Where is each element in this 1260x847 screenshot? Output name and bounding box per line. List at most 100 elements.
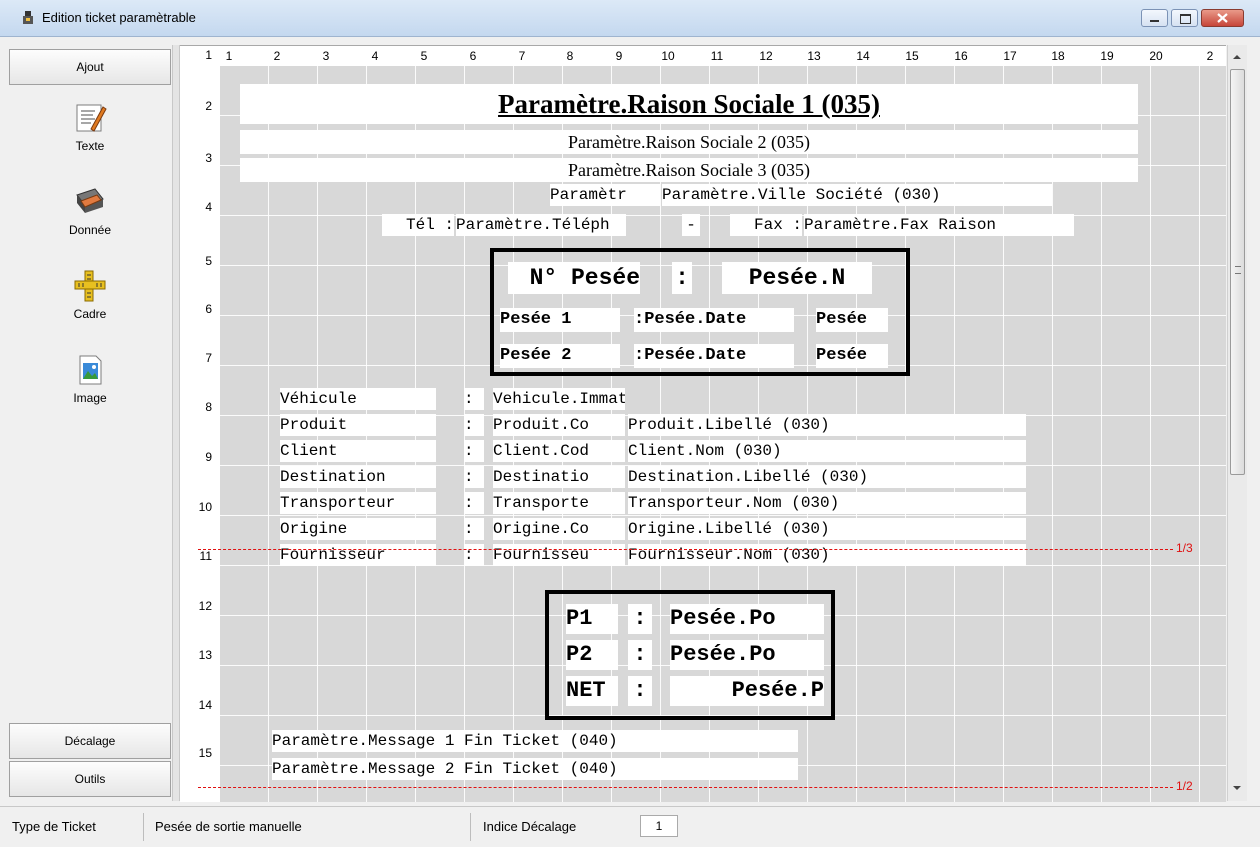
weigh-1-label[interactable]: Pesée 1 — [500, 308, 620, 332]
weigh-number-value[interactable]: Pesée.N — [722, 262, 872, 294]
scroll-down-icon[interactable] — [1228, 779, 1246, 797]
grip-icon — [1235, 266, 1241, 274]
weigh-number-colon[interactable]: : — [672, 262, 692, 294]
data-tool[interactable]: Donnée — [9, 185, 171, 237]
ruler-column-label: 20 — [1149, 49, 1163, 63]
detail-code-field[interactable]: Transporte — [493, 492, 625, 514]
weigh-2-extra[interactable]: Pesée — [816, 344, 888, 368]
weigh-2-label[interactable]: Pesée 2 — [500, 344, 620, 368]
data-icon — [76, 188, 104, 213]
tools-button[interactable]: Outils — [9, 761, 171, 797]
close-icon — [1217, 13, 1228, 23]
weight-value[interactable]: Pesée.Po — [670, 640, 824, 670]
detail-code-field[interactable]: Fournisseu — [493, 544, 625, 566]
ruler-row-label: 5 — [205, 254, 212, 268]
dash-separator[interactable]: - — [682, 214, 700, 236]
offset-button[interactable]: Décalage — [9, 723, 171, 759]
offset-index-field[interactable]: 1 — [640, 815, 678, 837]
frame-tool[interactable]: Cadre — [9, 269, 171, 321]
vertical-scrollbar[interactable] — [1227, 45, 1247, 801]
ruler-row-label: 11 — [199, 549, 212, 563]
detail-colon[interactable]: : — [464, 388, 484, 410]
panel-splitter[interactable] — [172, 45, 180, 801]
detail-colon[interactable]: : — [464, 518, 484, 540]
ticket-type-label: Type de Ticket — [12, 819, 96, 834]
weight-label[interactable]: P1 — [566, 604, 618, 634]
ticket-type-value: Pesée de sortie manuelle — [155, 819, 302, 834]
header-line-2[interactable]: Paramètre.Raison Sociale 2 (035) — [240, 130, 1138, 154]
ruler-row-label: 12 — [198, 599, 212, 613]
param-short-field[interactable]: Paramètr — [550, 184, 660, 206]
maximize-icon — [1180, 14, 1191, 24]
detail-code-field[interactable]: Client.Cod — [493, 440, 625, 462]
tel-field[interactable]: Paramètre.Téléph — [456, 214, 626, 236]
ruler-row-label: 1 — [205, 48, 212, 62]
detail-code-field[interactable]: Destinatio — [493, 466, 625, 488]
detail-code-field[interactable]: Produit.Co — [493, 414, 625, 436]
weight-label[interactable]: P2 — [566, 640, 618, 670]
detail-code-field[interactable]: Origine.Co — [493, 518, 625, 540]
page-third-label: 1/3 — [1176, 541, 1193, 555]
detail-colon[interactable]: : — [464, 466, 484, 488]
maximize-button[interactable] — [1171, 9, 1198, 27]
fax-label[interactable]: Fax : — [730, 214, 802, 236]
minimize-button[interactable] — [1141, 9, 1168, 27]
scroll-up-icon[interactable] — [1228, 48, 1246, 66]
detail-name-field[interactable]: Fournisseur.Nom (030) — [628, 544, 1026, 566]
scrollbar-thumb[interactable] — [1230, 69, 1245, 475]
detail-label[interactable]: Véhicule — [280, 388, 436, 410]
data-tool-label: Donnée — [68, 223, 112, 237]
weight-value[interactable]: Pesée.P — [670, 676, 824, 706]
image-tool[interactable]: Image — [9, 353, 171, 405]
detail-name-field[interactable]: Origine.Libellé (030) — [628, 518, 1026, 540]
weigh-number-label[interactable]: N° Pesée — [508, 262, 640, 294]
detail-label[interactable]: Client — [280, 440, 436, 462]
weight-colon[interactable]: : — [628, 604, 652, 634]
weigh-1-extra[interactable]: Pesée — [816, 308, 888, 332]
ticket-grid[interactable]: Paramètre.Raison Sociale 1 (035) Paramèt… — [198, 66, 1226, 802]
ruler-column-label: 17 — [1003, 49, 1017, 63]
detail-label[interactable]: Transporteur — [280, 492, 436, 514]
detail-colon[interactable]: : — [464, 414, 484, 436]
footer-message-1[interactable]: Paramètre.Message 1 Fin Ticket (040) — [272, 730, 798, 752]
detail-colon[interactable]: : — [464, 544, 484, 566]
weight-label[interactable]: NET — [566, 676, 618, 706]
detail-label[interactable]: Destination — [280, 466, 436, 488]
header-line-1[interactable]: Paramètre.Raison Sociale 1 (035) — [240, 84, 1138, 124]
ruler-column-label: 5 — [420, 49, 428, 63]
weight-colon[interactable]: : — [628, 676, 652, 706]
ruler-row-label: 6 — [205, 302, 212, 316]
add-button[interactable]: Ajout — [9, 49, 171, 85]
page-half-label: 1/2 — [1176, 779, 1193, 793]
detail-code-field[interactable]: Vehicule.Immatr — [493, 388, 625, 410]
weight-colon[interactable]: : — [628, 640, 652, 670]
fax-field[interactable]: Paramètre.Fax Raison — [804, 214, 1074, 236]
window-title: Edition ticket paramètrable — [42, 10, 196, 25]
close-button[interactable] — [1201, 9, 1244, 27]
detail-label[interactable]: Origine — [280, 518, 436, 540]
detail-label[interactable]: Produit — [280, 414, 436, 436]
ruler-row-label: 2 — [205, 99, 212, 113]
vertical-ruler: 1 2 3 4 5 6 7 8 9 10 11 12 13 14 15 — [180, 48, 220, 802]
ruler-row-label: 15 — [198, 746, 212, 760]
detail-name-field[interactable]: Client.Nom (030) — [628, 440, 1026, 462]
detail-name-field[interactable]: Produit.Libellé (030) — [628, 414, 1026, 436]
text-tool[interactable]: Texte — [9, 101, 171, 153]
ticket-canvas[interactable]: 1 2 3 4 5 6 7 8 9 10 11 12 13 14 15 16 17 18 19 20 2 1234567… — [180, 45, 1226, 802]
detail-label[interactable]: Fournisseur — [280, 544, 436, 566]
weigh-1-date[interactable]: :Pesée.Date — [634, 308, 794, 332]
horizontal-ruler: 1 2 3 4 5 6 7 8 9 10 11 12 13 14 15 16 17 18 19 20 2 — [180, 46, 1226, 66]
detail-name-field[interactable]: Destination.Libellé (030) — [628, 466, 1026, 488]
ruler-column-label: 15 — [905, 49, 919, 63]
header-line-3[interactable]: Paramètre.Raison Sociale 3 (035) — [240, 158, 1138, 182]
city-field[interactable]: Paramètre.Ville Société (030) — [662, 184, 1052, 206]
text-tool-label: Texte — [75, 139, 105, 153]
ruler-column-label: 12 — [759, 49, 773, 63]
detail-colon[interactable]: : — [464, 440, 484, 462]
weight-value[interactable]: Pesée.Po — [670, 604, 824, 634]
detail-colon[interactable]: : — [464, 492, 484, 514]
tel-label[interactable]: Tél : — [382, 214, 454, 236]
detail-name-field[interactable]: Transporteur.Nom (030) — [628, 492, 1026, 514]
weigh-2-date[interactable]: :Pesée.Date — [634, 344, 794, 368]
footer-message-2[interactable]: Paramètre.Message 2 Fin Ticket (040) — [272, 758, 798, 780]
